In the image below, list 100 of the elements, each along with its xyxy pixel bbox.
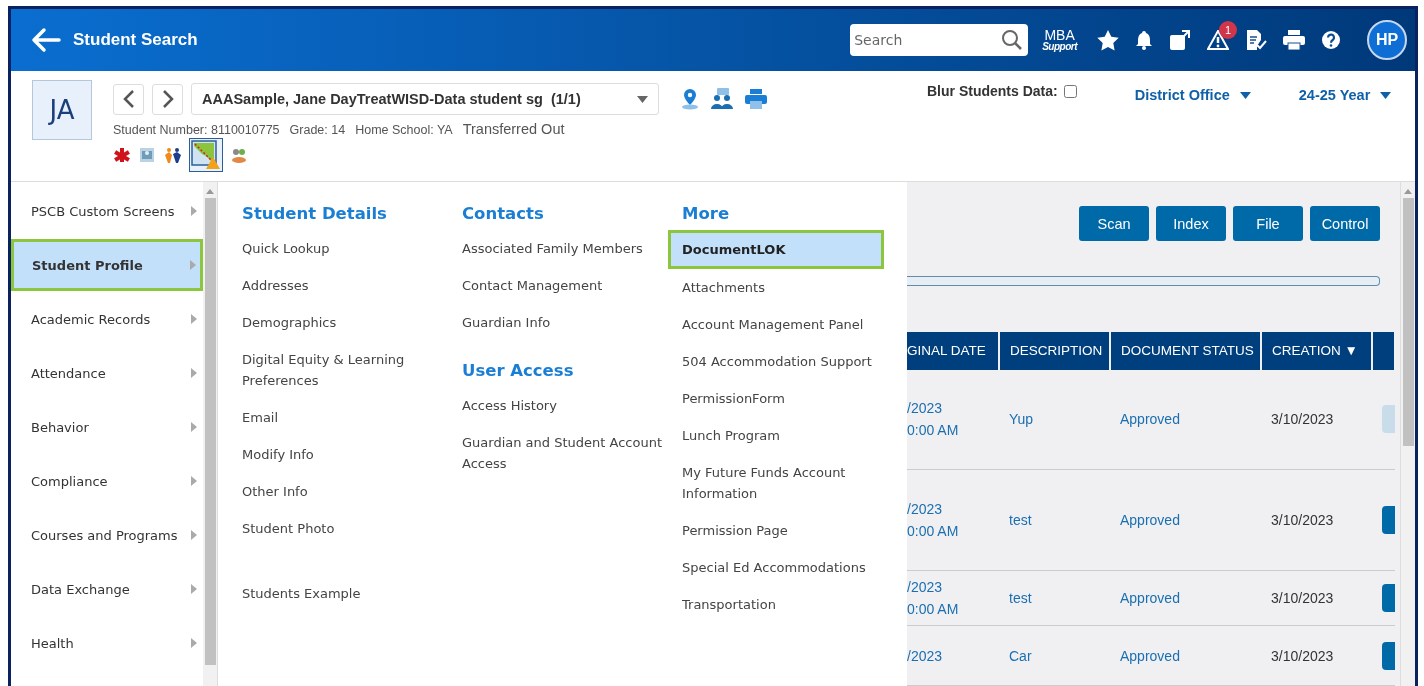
- menu-link[interactable]: Guardian and Student Account Access: [460, 424, 665, 482]
- description-link[interactable]: test: [999, 570, 1110, 626]
- filter-field[interactable]: [907, 276, 1380, 286]
- document-check-icon[interactable]: [1245, 29, 1267, 51]
- student-detail: Student Number: 8110010775: [113, 123, 280, 137]
- menu-link[interactable]: 504 Accommodation Support: [680, 343, 885, 380]
- caret-icon: [1380, 91, 1392, 99]
- back-arrow-icon[interactable]: [31, 27, 61, 53]
- menu-link[interactable]: Student Photo: [240, 510, 445, 547]
- menu-link[interactable]: Special Ed Accommodations: [680, 549, 885, 586]
- status-link[interactable]: Approved: [1110, 469, 1261, 571]
- notification-badge: 1: [1219, 21, 1237, 39]
- action-button[interactable]: Scan: [1079, 206, 1149, 241]
- chevron-right-icon: [161, 89, 174, 109]
- menu-link[interactable]: Email: [240, 399, 445, 436]
- menu-link[interactable]: PermissionForm: [680, 380, 885, 417]
- printer-icon[interactable]: [1283, 30, 1305, 50]
- menu-link[interactable]: Addresses: [240, 267, 445, 304]
- submenu-arrow-icon: [191, 476, 197, 486]
- sidebar-item[interactable]: PSCB Custom Screens: [11, 185, 203, 237]
- submenu-arrow-icon: [190, 260, 196, 270]
- sidebar-item[interactable]: Academic Records: [11, 293, 203, 345]
- description-link[interactable]: test: [999, 469, 1110, 571]
- page-title: Student Search: [73, 30, 198, 50]
- menu-link[interactable]: Modify Info: [240, 436, 445, 473]
- menu-link[interactable]: Quick Lookup: [240, 230, 445, 267]
- sidebar-item[interactable]: Behavior: [11, 401, 203, 453]
- help-icon[interactable]: [1321, 30, 1341, 50]
- submenu-arrow-icon: [191, 422, 197, 432]
- chart-warning-icon[interactable]: [191, 140, 221, 170]
- submenu-arrow-icon: [191, 638, 197, 648]
- sidebar-item[interactable]: Student Profile: [11, 239, 203, 291]
- submenu-arrow-icon: [191, 368, 197, 378]
- date-cell: /2023: [907, 625, 999, 686]
- menu-link[interactable]: Students Example: [240, 575, 445, 612]
- year-dropdown[interactable]: 24-25 Year: [1298, 87, 1392, 103]
- status-link[interactable]: Approved: [1110, 625, 1261, 686]
- scrollbar[interactable]: [1400, 182, 1415, 686]
- action-button[interactable]: Control: [1310, 206, 1380, 241]
- scrollbar[interactable]: [203, 182, 217, 686]
- menu-section-title: Contacts: [462, 204, 545, 223]
- description-link[interactable]: Yup: [999, 369, 1110, 470]
- student-dropdown[interactable]: AAASample, Jane DayTreatWISD-Data student sg (1/1): [191, 83, 659, 115]
- medical-star-icon[interactable]: [114, 147, 130, 163]
- column-header[interactable]: DESCRIPTION: [999, 331, 1110, 370]
- student-detail: Home School: YA: [355, 123, 453, 137]
- menu-link[interactable]: My Future Funds Account Information: [680, 454, 885, 512]
- menu-link[interactable]: Transportation: [680, 586, 885, 623]
- menu-link[interactable]: Associated Family Members: [460, 230, 665, 267]
- menu-link[interactable]: DocumentLOK: [668, 230, 884, 269]
- menu-section-title: Student Details: [242, 204, 388, 223]
- menu-link[interactable]: Attachments: [680, 269, 885, 306]
- menu-link[interactable]: Permission Page: [680, 512, 885, 549]
- submenu-arrow-icon: [191, 530, 197, 540]
- sidebar-item[interactable]: Compliance: [11, 455, 203, 507]
- user-avatar[interactable]: HP: [1367, 20, 1407, 60]
- enrollment-status: Transferred Out: [462, 121, 565, 137]
- menu-link[interactable]: Contact Management: [460, 267, 665, 304]
- submenu-arrow-icon: [191, 206, 197, 216]
- menu-section-title: User Access: [462, 361, 575, 380]
- blur-checkbox[interactable]: [1063, 84, 1077, 98]
- menu-link[interactable]: Demographics: [240, 304, 445, 341]
- table-cell: 3/10/2023: [1261, 570, 1372, 626]
- search-field[interactable]: Search: [850, 24, 1029, 56]
- student-initials: JA: [32, 80, 92, 140]
- form-icon[interactable]: [138, 146, 156, 164]
- star-icon[interactable]: [1097, 29, 1119, 51]
- previous-button[interactable]: [113, 83, 144, 115]
- bell-icon[interactable]: [1135, 30, 1153, 50]
- district-dropdown[interactable]: District Office: [1134, 87, 1251, 103]
- external-link-icon[interactable]: [1169, 29, 1191, 51]
- people-chat-icon[interactable]: [711, 88, 733, 110]
- description-link[interactable]: Car: [999, 625, 1110, 686]
- support-button[interactable]: MBA Support: [1042, 28, 1077, 52]
- menu-link[interactable]: Guardian Info: [460, 304, 665, 341]
- sidebar-item[interactable]: Health: [11, 617, 203, 669]
- menu-link[interactable]: Lunch Program: [680, 417, 885, 454]
- status-link[interactable]: Approved: [1110, 369, 1261, 470]
- chevron-left-icon: [122, 89, 135, 109]
- menu-link[interactable]: Digital Equity & Learning Preferences: [240, 341, 445, 399]
- location-pin-icon[interactable]: [681, 88, 699, 110]
- date-cell: /2023 0:00 AM: [907, 570, 999, 626]
- action-button[interactable]: Index: [1156, 206, 1226, 241]
- sidebar-item[interactable]: Data Exchange: [11, 563, 203, 615]
- action-button[interactable]: File: [1233, 206, 1303, 241]
- caret-icon: [1239, 91, 1251, 99]
- group-icon[interactable]: [230, 147, 248, 163]
- column-header[interactable]: DOCUMENT STATUS: [1110, 331, 1261, 370]
- menu-link[interactable]: Access History: [460, 387, 665, 424]
- menu-link[interactable]: Other Info: [240, 473, 445, 510]
- next-button[interactable]: [152, 83, 183, 115]
- status-link[interactable]: Approved: [1110, 570, 1261, 626]
- menu-section-title: More: [682, 204, 731, 223]
- menu-link[interactable]: Account Management Panel: [680, 306, 885, 343]
- search-icon[interactable]: [1001, 29, 1024, 51]
- column-header[interactable]: GINAL DATE: [907, 331, 999, 370]
- sidebar-item[interactable]: Courses and Programs: [11, 509, 203, 561]
- column-header[interactable]: CREATION ▼: [1261, 331, 1372, 370]
- people-icon[interactable]: [164, 146, 182, 164]
- sidebar-item[interactable]: Attendance: [11, 347, 203, 399]
